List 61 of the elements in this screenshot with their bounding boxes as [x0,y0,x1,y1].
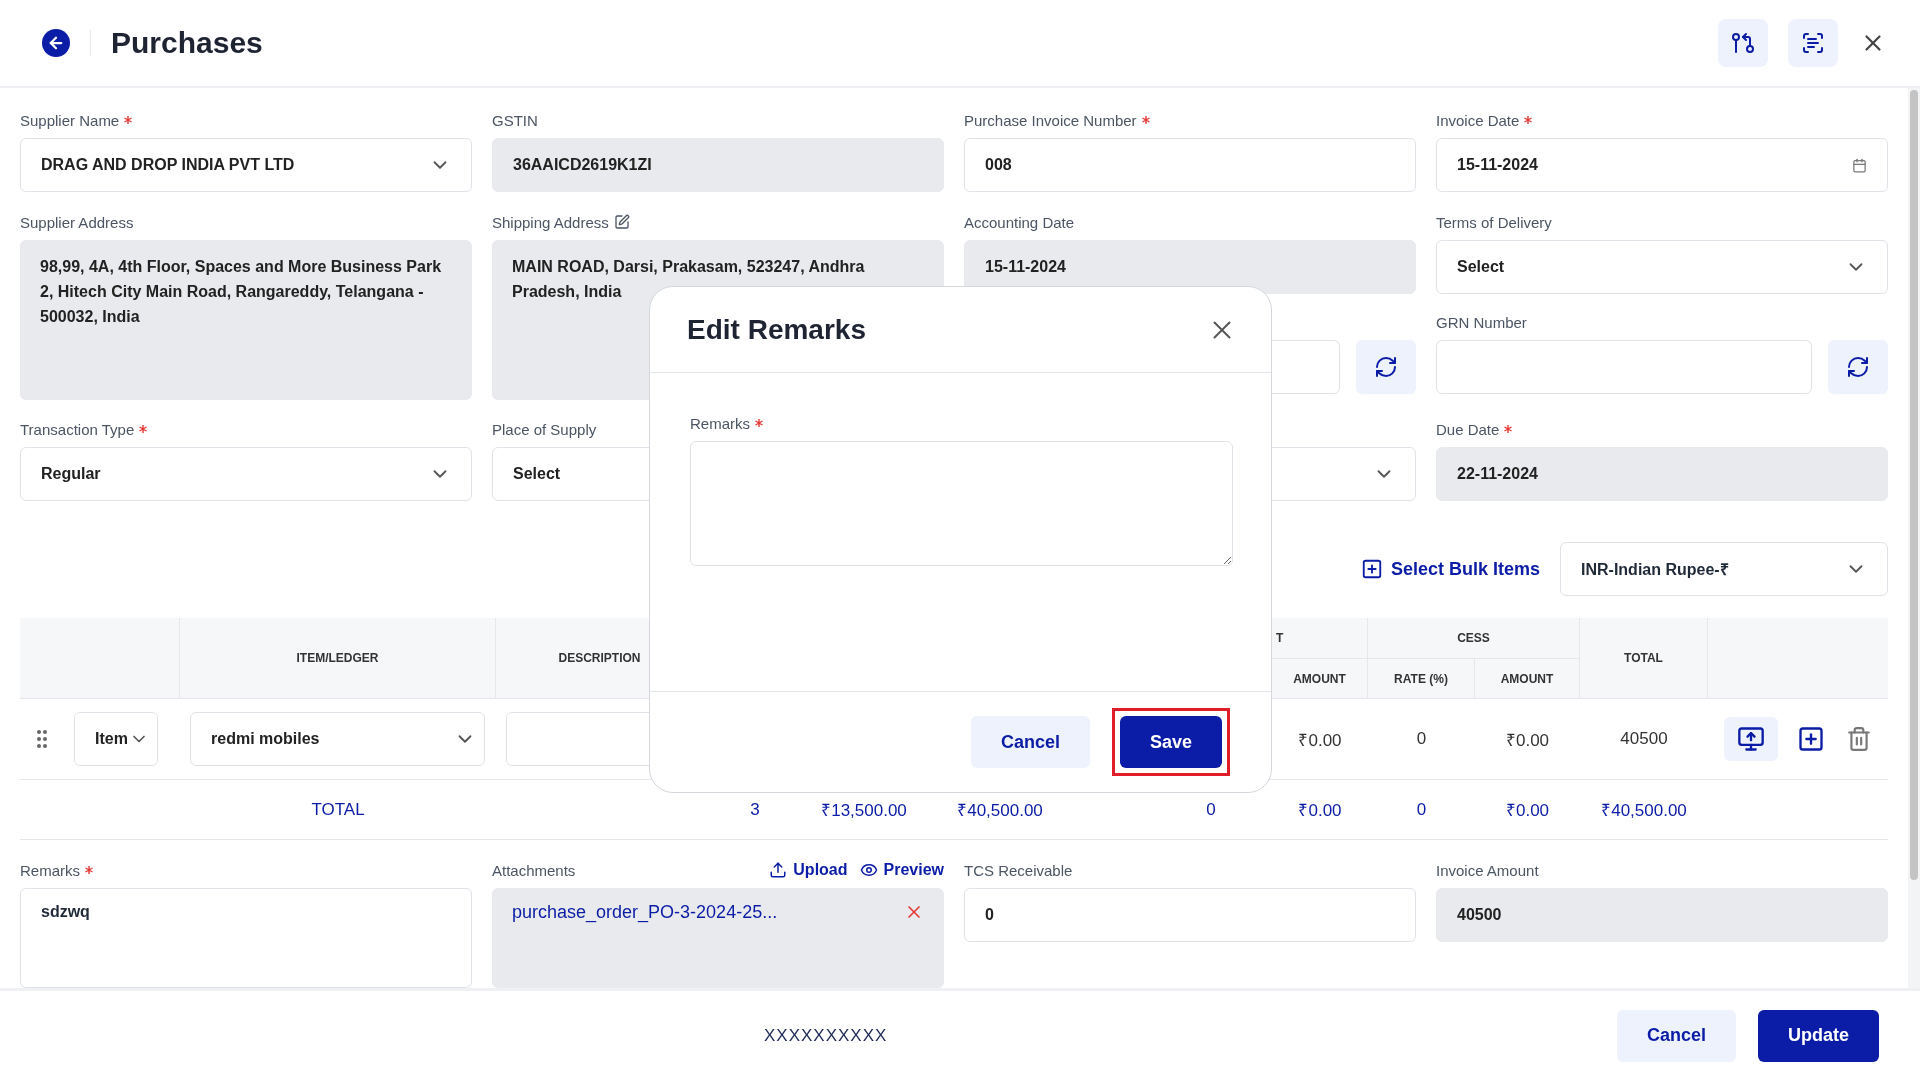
footer-note: XXXXXXXXXX [764,1025,889,1046]
dialog-title: Edit Remarks [687,313,866,346]
field-label: Attachments [492,861,576,879]
field-label: Terms of Delivery [1436,213,1552,231]
column-header: ITEM/LEDGER [180,618,496,698]
field-label: Supplier Name [20,111,120,129]
dropdown[interactable]: DRAG AND DROP INDIA PVT LTD [20,138,472,192]
total-label: TOTAL [310,799,366,820]
table-cell-text: ₹0.00 [1504,729,1551,751]
type-dropdown[interactable]: Item [74,712,158,767]
input-field[interactable]: 008 [964,138,1416,192]
column-header: TOTAL [1580,618,1708,698]
field-label: Invoice Date [1436,111,1520,129]
total-cell-text: 0 [1205,799,1217,820]
update-button[interactable]: Update [1758,1009,1879,1062]
total-cell-text: ₹40,500.00 [956,800,1044,822]
column-header: AMOUNT [1475,658,1580,698]
date-field[interactable]: 15-11-2024 [1436,138,1888,192]
page-title: Purchases [111,26,264,60]
save-button[interactable]: Save [1119,716,1222,768]
input-field[interactable]: 0 [964,888,1416,942]
total-cell-text: ₹0.00 [1504,800,1551,822]
currency-dropdown[interactable]: INR-Indian Rupee-₹ [1560,542,1888,596]
readonly-field: 15-11-2024 [964,240,1416,294]
readonly-field: 40500 [1436,888,1888,942]
table-cell-text: 40500 [1619,729,1669,750]
cancel-button[interactable]: Cancel [1616,1009,1736,1062]
table-cell-text: ₹0.00 [1297,729,1343,751]
total-cell-text: 3 [749,799,761,820]
field-label: Place of Supply [492,420,597,438]
field-label: Remarks [20,861,80,879]
readonly-field: 22-11-2024 [1436,447,1888,501]
upload-link[interactable]: Upload [769,861,848,879]
field-label: GSTIN [492,111,538,129]
field-label: Purchase Invoice Number [964,111,1137,129]
cancel-button[interactable]: Cancel [970,716,1090,768]
remarks-field[interactable]: sdzwq [20,888,472,988]
preview-link[interactable]: Preview [859,861,944,879]
total-cell-text: 0 [1415,799,1428,820]
total-cell-text: ₹40,500.00 [1600,800,1688,822]
column-header: CESS [1368,618,1580,658]
total-cell-text: ₹0.00 [1297,800,1343,822]
field-label: Supplier Address [20,213,134,231]
readonly-field: 36AAICD2619K1ZI [492,138,944,192]
field-label: Due Date [1436,420,1500,438]
dropdown[interactable]: Select [1436,240,1888,294]
file-link[interactable]: purchase_order_PO-3-2024-25... [512,902,778,923]
total-cell-text: ₹13,500.00 [820,800,908,822]
column-header: RATE (%) [1368,658,1475,698]
field-label: Invoice Amount [1436,861,1539,879]
ledger-dropdown[interactable]: redmi mobiles [190,712,485,767]
field-label: Shipping Address [492,213,609,231]
table-cell-text: 0 [1415,729,1428,750]
field-label: Remarks [690,414,750,432]
select-bulk-items-link[interactable]: Select Bulk Items [1360,558,1540,580]
dropdown[interactable]: Regular [20,447,472,501]
field-label: Accounting Date [964,213,1075,231]
address-box: 98,99, 4A, 4th Floor, Spaces and More Business Park 2, Hitech City Main Road, Rangareddy, Telangana - 500032, India [20,240,472,400]
field-label: TCS Receivable [964,861,1073,879]
field-label: GRN Number [1436,313,1527,331]
field-label: Transaction Type [20,420,135,438]
